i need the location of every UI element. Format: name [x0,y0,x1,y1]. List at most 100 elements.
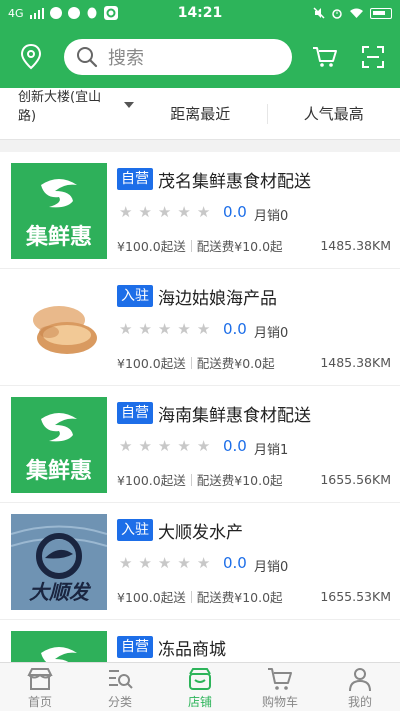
star-icon: ★ [119,554,133,572]
location-pin-icon [20,43,42,70]
tab-label: 我的 [347,694,372,709]
store-list-item[interactable]: 集鲜惠 自营 海南集鲜惠食材配送 ★ ★ ★ ★ ★ 0.0 月销1 ¥100.… [0,386,400,503]
signal-icon [29,7,44,19]
user-icon [349,667,371,691]
divider [190,356,192,369]
store-thumbnail[interactable]: 大顺发 [11,514,107,610]
cart-icon [268,667,292,690]
tab-label: 购物车 [261,694,298,709]
rating-value: 0.0 [223,203,247,221]
store-icon [189,667,211,690]
distance: 1655.56KM [320,472,391,487]
store-meta-row: ¥100.0起送 配送费¥10.0起 1655.56KM [117,470,391,489]
star-icon: ★ [196,554,211,572]
divider [190,239,192,252]
store-meta-row: ¥100.0起送 配送费¥0.0起 1485.38KM [117,353,391,372]
status-bar: 4G 14:21 [0,0,400,26]
store-list-item[interactable]: 自营 冻品商城 [0,620,400,662]
status-right [313,7,392,19]
notification-icon [49,7,62,19]
qq-icon [87,7,97,18]
store-name[interactable]: 大顺发水产 [158,518,243,543]
store-list-item[interactable]: 入驻 海边姑娘海产品 ★ ★ ★ ★ ★ 0.0 月销0 ¥100.0起送 配送… [0,269,400,386]
location-label: 创新大楼(宜山路) [18,89,102,124]
chevron-down-icon [124,101,134,108]
delivery-fee: 配送费¥0.0起 [196,356,275,371]
tab-nearest[interactable]: 距离最近 [134,103,268,124]
wifi-icon [350,8,363,18]
store-list: 集鲜惠 自营 茂名集鲜惠食材配送 ★ ★ ★ ★ ★ 0.0 月销0 ¥100.… [0,152,400,662]
star-icon: ★ [177,437,191,455]
distance: 1485.38KM [320,238,391,253]
tab-label: 首页 [27,694,52,709]
bottom-tab-bar: 首页 分类 店铺 购物车 我的 [0,662,400,711]
battery-icon [370,7,392,19]
header-cart-button[interactable] [310,42,340,72]
tab-cart[interactable]: 购物车 [240,663,320,711]
min-order: ¥100.0起送 [117,356,186,371]
divider [190,590,192,603]
tab-label: 分类 [107,694,132,709]
monthly-sales: 月销0 [254,326,289,341]
store-type-badge: 自营 [117,168,153,190]
star-icon: ★ [119,203,133,221]
tab-category[interactable]: 分类 [80,663,160,711]
location-selector[interactable]: 创新大楼(宜山路) [0,86,134,124]
rating-value: 0.0 [223,320,247,338]
star-icon: ★ [177,554,191,572]
location-button[interactable] [14,40,48,74]
store-thumbnail[interactable]: 集鲜惠 [11,397,107,493]
rating-stars: ★ ★ ★ ★ ★ [119,322,210,337]
store-list-item[interactable]: 大顺发 入驻 大顺发水产 ★ ★ ★ ★ ★ 0.0 月销0 ¥100.0起送 … [0,503,400,620]
search-input[interactable]: 搜索 [64,39,292,75]
star-icon: ★ [138,320,152,338]
store-name[interactable]: 海南集鲜惠食材配送 [158,401,311,426]
store-name[interactable]: 茂名集鲜惠食材配送 [158,167,311,192]
divider [190,473,192,486]
filter-bar: 创新大楼(宜山路) 距离最近 人气最高 [0,88,400,140]
rating-stars: ★ ★ ★ ★ ★ [119,556,210,571]
star-icon: ★ [119,320,133,338]
network-type: 4G [8,6,24,20]
min-order: ¥100.0起送 [117,239,186,254]
tab-stores[interactable]: 店铺 [160,663,240,711]
star-icon: ★ [177,320,191,338]
scan-button[interactable] [358,42,388,72]
star-icon: ★ [157,437,172,455]
store-list-item[interactable]: 集鲜惠 自营 茂名集鲜惠食材配送 ★ ★ ★ ★ ★ 0.0 月销0 ¥100.… [0,152,400,269]
star-icon: ★ [119,437,133,455]
app-q-icon [103,6,118,20]
store-name[interactable]: 海边姑娘海产品 [158,284,277,309]
rating-stars: ★ ★ ★ ★ ★ [119,439,210,454]
monthly-sales: 月销0 [254,560,289,575]
distance: 1485.38KM [320,355,391,370]
store-meta-row: ¥100.0起送 配送费¥10.0起 1655.53KM [117,587,391,606]
star-icon: ★ [138,437,152,455]
store-thumbnail[interactable] [11,631,107,662]
monthly-sales: 月销0 [254,209,289,224]
store-name[interactable]: 冻品商城 [158,635,226,660]
search-icon [77,47,98,68]
tab-home[interactable]: 首页 [0,663,80,711]
star-icon: ★ [177,203,191,221]
delivery-fee: 配送费¥10.0起 [196,239,283,254]
scan-icon [362,46,384,68]
star-icon: ★ [138,203,152,221]
star-icon: ★ [196,320,211,338]
store-thumbnail[interactable]: 集鲜惠 [11,163,107,259]
rating-stars: ★ ★ ★ ★ ★ [119,205,210,220]
delivery-fee: 配送费¥10.0起 [196,473,283,488]
jixianhui-logo-icon [41,647,77,662]
mute-icon [313,7,325,19]
store-type-badge: 自营 [117,636,153,658]
star-icon: ★ [138,554,152,572]
monthly-sales: 月销1 [254,443,289,458]
alarm-icon [332,9,342,19]
distance: 1655.53KM [320,589,391,604]
star-icon: ★ [196,437,211,455]
tab-me[interactable]: 我的 [320,663,400,711]
shellfish-photo [33,306,97,354]
store-thumbnail[interactable] [11,280,107,376]
shop-icon [27,667,53,690]
tab-popular[interactable]: 人气最高 [268,103,400,124]
